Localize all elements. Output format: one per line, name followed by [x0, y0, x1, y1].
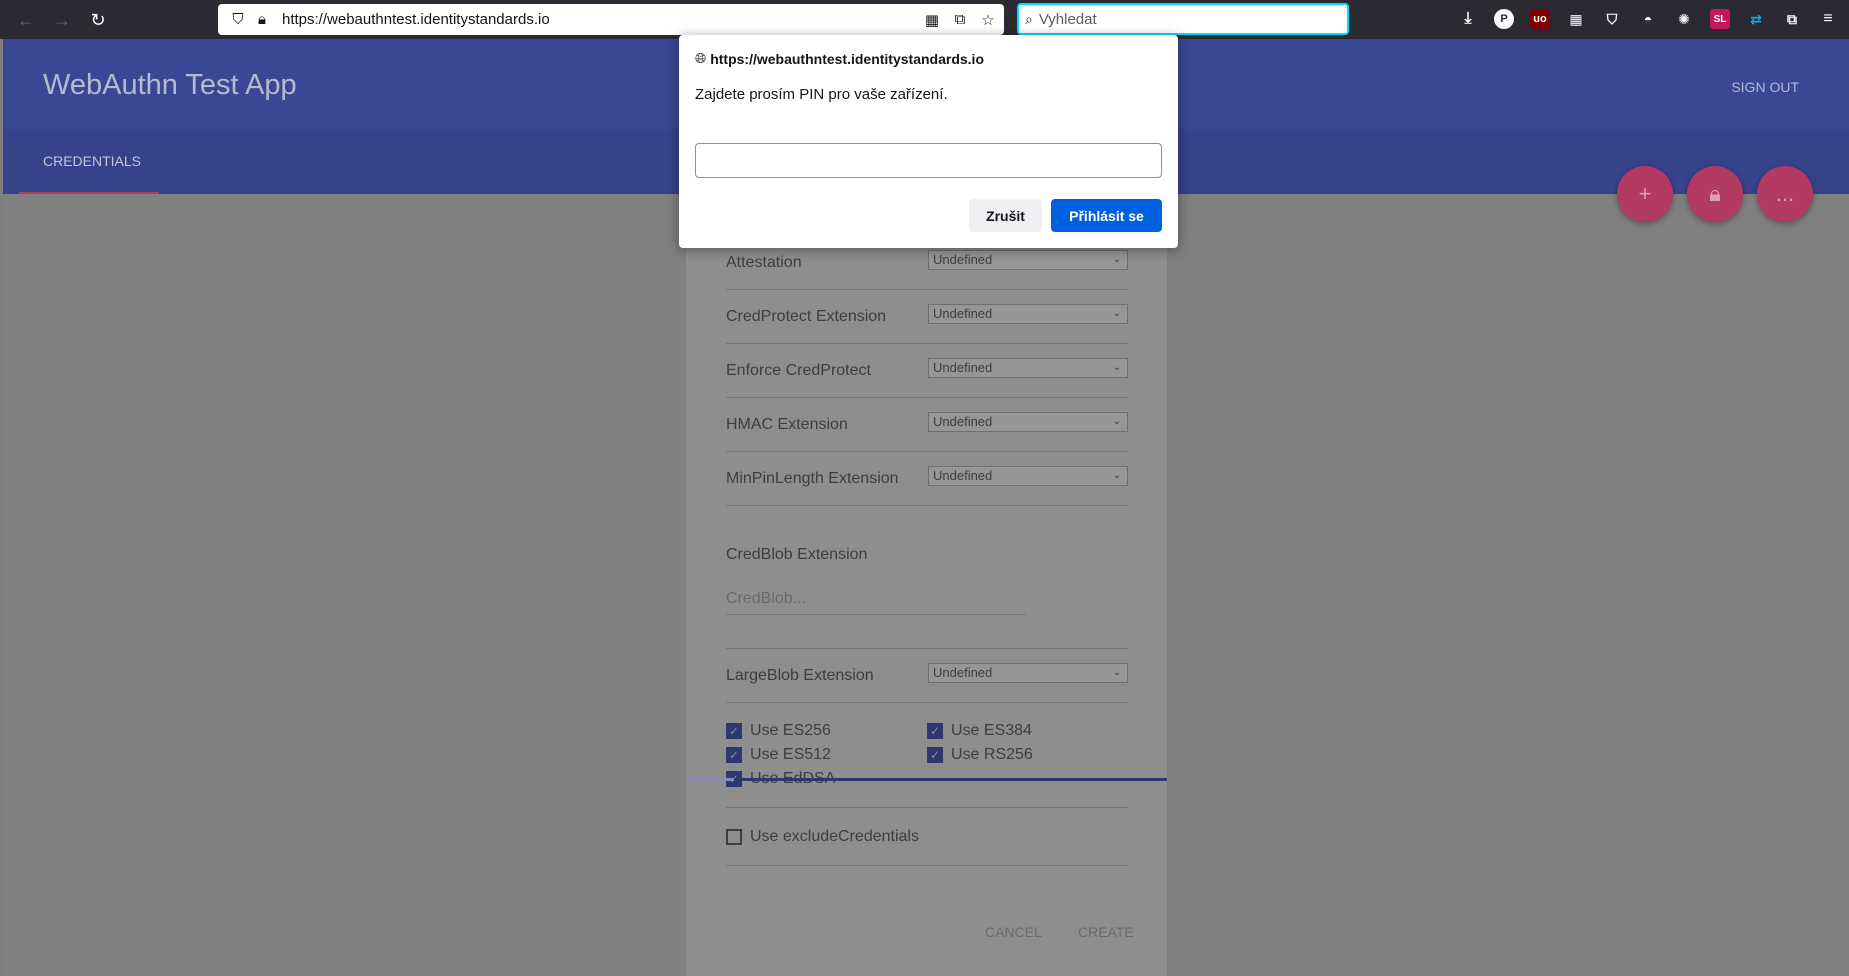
- extension-blue-icon[interactable]: ⇄: [1746, 9, 1766, 29]
- prompt-cancel-button[interactable]: Zrušit: [969, 199, 1042, 232]
- progress-bar: [734, 778, 1167, 781]
- minpinlength-label: MinPinLength Extension: [726, 470, 899, 487]
- check-icon: ✓: [927, 747, 943, 763]
- hmac-label: HMAC Extension: [726, 416, 848, 433]
- url-bar[interactable]: ⛉ 🔒︎ https://webauthntest.identitystanda…: [218, 4, 1004, 35]
- credprotect-row: CredProtect Extension Undefined ⌄: [726, 290, 1128, 344]
- prompt-message: Zajdete prosím PIN pro vaše zařízení.: [695, 86, 948, 103]
- rs256-checkbox[interactable]: ✓ Use RS256: [927, 746, 1033, 764]
- shield-icon[interactable]: ⛉: [226, 8, 250, 32]
- extension-atom-icon[interactable]: ✺: [1674, 9, 1694, 29]
- chevron-down-icon: ⌄: [1112, 667, 1121, 678]
- check-icon: ✓: [927, 723, 943, 739]
- largeblob-select[interactable]: Undefined ⌄: [928, 663, 1128, 683]
- sign-out-button[interactable]: SIGN OUT: [1731, 79, 1799, 95]
- chevron-down-icon: ⌄: [1112, 308, 1121, 319]
- qr-code-icon[interactable]: ▦: [920, 8, 944, 32]
- plus-icon: +: [1638, 181, 1652, 206]
- prompt-sign-in-button[interactable]: Přihlásit se: [1051, 199, 1162, 232]
- extensions-puzzle-icon[interactable]: ⧉: [1782, 9, 1802, 29]
- create-button[interactable]: CREATE: [1078, 924, 1134, 940]
- more-icon: ...: [1775, 181, 1795, 206]
- lock-icon[interactable]: 🔒︎: [250, 8, 274, 32]
- menu-icon[interactable]: ≡: [1818, 9, 1838, 29]
- hmac-row: HMAC Extension Undefined ⌄: [726, 398, 1128, 452]
- divider: [726, 807, 1128, 808]
- prompt-origin-text: https://webauthntest.identitystandards.i…: [710, 50, 984, 67]
- downloads-icon[interactable]: ⤓: [1458, 9, 1478, 29]
- pin-input[interactable]: [695, 143, 1162, 178]
- cancel-button[interactable]: CANCEL: [985, 924, 1042, 940]
- es512-checkbox[interactable]: ✓ Use ES512: [726, 746, 831, 764]
- search-icon: ⌕: [1025, 10, 1033, 27]
- hmac-select[interactable]: Undefined ⌄: [928, 412, 1128, 432]
- chevron-down-icon: ⌄: [1112, 470, 1121, 481]
- divider: [726, 865, 1128, 866]
- enforce-credprotect-label: Enforce CredProtect: [726, 362, 871, 379]
- chevron-down-icon: ⌄: [1112, 254, 1121, 265]
- search-input[interactable]: ⌕ Vyhledat: [1017, 3, 1349, 35]
- lock-icon: 🔒︎: [1709, 181, 1721, 206]
- checkbox-empty-icon: [726, 829, 742, 845]
- more-button[interactable]: ...: [1757, 166, 1813, 222]
- largeblob-row: LargeBlob Extension Undefined ⌄: [726, 649, 1128, 703]
- credprotect-label: CredProtect Extension: [726, 308, 887, 325]
- attestation-select[interactable]: Undefined ⌄: [928, 250, 1128, 270]
- enforce-credprotect-select[interactable]: Undefined ⌄: [928, 358, 1128, 378]
- chevron-down-icon: ⌄: [1112, 416, 1121, 427]
- es256-checkbox[interactable]: ✓ Use ES256: [726, 722, 831, 740]
- credblob-input[interactable]: CredBlob...: [726, 590, 1026, 615]
- minpinlength-row: MinPinLength Extension Undefined ⌄: [726, 452, 1128, 506]
- forward-icon[interactable]: →: [50, 8, 74, 32]
- add-button[interactable]: +: [1617, 166, 1673, 222]
- reload-icon[interactable]: ↻: [86, 8, 110, 32]
- back-icon[interactable]: ←: [14, 8, 38, 32]
- translate-icon[interactable]: ⧉: [948, 8, 972, 32]
- globe-icon: 🌐︎: [695, 50, 707, 66]
- check-icon: ✓: [726, 747, 742, 763]
- tab-credentials[interactable]: CREDENTIALS: [43, 153, 141, 169]
- bookmark-star-icon[interactable]: ☆: [976, 8, 1000, 32]
- attestation-label: Attestation: [726, 254, 802, 271]
- pin-prompt: 🌐︎ https://webauthntest.identitystandard…: [679, 35, 1178, 248]
- lock-button[interactable]: 🔒︎: [1687, 166, 1743, 222]
- enforce-credprotect-row: Enforce CredProtect Undefined ⌄: [726, 344, 1128, 398]
- chevron-down-icon: ⌄: [1112, 362, 1121, 373]
- app-title: WebAuthn Test App: [43, 69, 297, 101]
- extension-p-icon[interactable]: P: [1494, 9, 1514, 29]
- check-icon: ✓: [726, 723, 742, 739]
- es384-checkbox[interactable]: ✓ Use ES384: [927, 722, 1032, 740]
- extension-sl-icon[interactable]: SL: [1710, 9, 1730, 29]
- search-placeholder: Vyhledat: [1038, 10, 1097, 28]
- extension-grid-icon[interactable]: ▦: [1566, 9, 1586, 29]
- prompt-origin: 🌐︎ https://webauthntest.identitystandard…: [695, 50, 984, 67]
- exclude-credentials-checkbox[interactable]: Use excludeCredentials: [726, 828, 919, 846]
- create-credential-dialog: Attestation Undefined ⌄ CredProtect Exten…: [686, 180, 1167, 976]
- largeblob-label: LargeBlob Extension: [726, 667, 874, 684]
- extension-hat-icon[interactable]: ◓: [1638, 9, 1658, 29]
- progress-track: [686, 778, 734, 781]
- browser-toolbar: ← → ↻ ⛉ 🔒︎ https://webauthntest.identity…: [0, 0, 1849, 39]
- url-text[interactable]: https://webauthntest.identitystandards.i…: [282, 11, 920, 28]
- credblob-label: CredBlob Extension: [726, 546, 868, 563]
- minpinlength-select[interactable]: Undefined ⌄: [928, 466, 1128, 486]
- credprotect-select[interactable]: Undefined ⌄: [928, 304, 1128, 324]
- bitwarden-icon[interactable]: ⛉: [1602, 9, 1622, 29]
- ublock-icon[interactable]: uo: [1530, 9, 1550, 29]
